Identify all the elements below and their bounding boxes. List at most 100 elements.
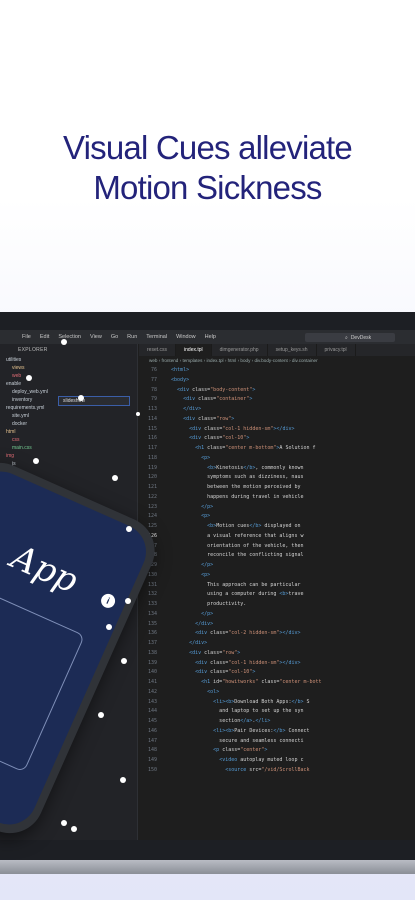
code-editor[interactable]: 76 <html> 77 <body> 78 <div class="body-co… [139,366,415,840]
code-text: </p> [201,610,214,617]
tab-index-tpl[interactable]: index.tpl [176,344,212,356]
code-line: 116 <div class="col-10"> [139,434,415,444]
file-tree-item[interactable]: js [4,460,137,468]
code-line: 147 secure and seamless connecti [139,737,415,747]
line-number: 136 [147,630,157,637]
line-number: 134 [147,610,157,617]
file-tree-item[interactable]: enable [4,380,137,388]
code-line: 139 <div class="col-1 hidden-sm"></div> [139,659,415,669]
code-text: <h1 class="center m-bottom">A Solution f [195,445,316,451]
headline-line-2: Motion Sickness [93,169,322,206]
code-text: <li><b>Pair Devices:</b> Connect [213,727,310,734]
line-number: 78 [150,386,157,393]
code-line: 123 </p> [139,503,415,513]
file-tree-item[interactable]: html [4,428,137,436]
code-line: 78 <div class="body-content"> [139,386,415,396]
file-tree-item[interactable]: views [4,364,137,372]
line-number: 124 [147,513,157,520]
motion-cue-dot [120,777,126,783]
file-tree-item[interactable]: site.yml [4,412,137,420]
menu-run[interactable]: Run [127,334,137,340]
code-text: <div class="body-content"> [177,386,256,393]
code-line: 120 symptoms such as dizziness, naus [139,473,415,483]
file-tree-item[interactable]: deploy_web.yml [4,388,137,396]
tab-privacy[interactable]: privacy.tpl [317,344,356,356]
code-text: <div class="container"> [183,396,253,403]
menu-window[interactable]: Window [176,334,196,340]
code-line: 138 <div class="row"> [139,649,415,659]
code-text: <p> [201,571,211,578]
motion-cue-dot [98,712,104,718]
code-line: 132 using a computer during <b>trave [139,590,415,600]
breadcrumb[interactable]: web › frontend › templates › index.tpl ›… [139,356,415,365]
code-line: 135 </div> [139,620,415,630]
motion-cue-dot [136,412,140,416]
file-tree-item[interactable]: main.css [4,444,137,452]
code-text: reconcile the conflicting signal [165,552,304,559]
code-text: orientation of the vehicle, then [165,542,304,549]
menu-file[interactable]: File [22,334,31,340]
line-number: 148 [147,747,157,754]
code-line: 142 <ol> [139,688,415,698]
code-line: 124 <p> [139,512,415,522]
code-line: 136 <div class="col-2 hidden-sm"></div> [139,629,415,639]
code-line: 148 <p class="center"> [139,746,415,756]
explorer-header: EXPLORER [18,347,48,353]
motion-cue-dot [106,624,112,630]
line-number: 114 [147,415,157,422]
code-line: 76 <html> [139,366,415,376]
code-line: 134 </p> [139,610,415,620]
line-number: 122 [147,493,157,500]
menu-view[interactable]: View [90,334,102,340]
code-text: This approach can be particular [165,581,301,588]
code-text: <video autoplay muted loop c [219,757,304,763]
code-line: 131 This approach can be particular [139,581,415,591]
code-line: 127 orientation of the vehicle, then [139,542,415,552]
file-tree-item[interactable]: web [4,372,137,380]
code-line: 145 section</a>.</li> [139,717,415,727]
line-number: 115 [147,425,157,432]
code-text: <body> [171,376,190,383]
code-line: 140 <div class="col-10"> [139,668,415,678]
editor-tabs: reset.css index.tpl dimgenerator.php set… [139,344,415,356]
line-number: 132 [147,591,157,598]
code-text: <p> [201,454,211,461]
motion-cue-dot [61,339,67,345]
line-number: 143 [147,698,157,705]
line-number: 146 [147,727,157,734]
motion-cue-dot [71,826,77,832]
code-line: 125 <b>Motion cues</b> displayed on [139,522,415,532]
code-text: <div class="row"> [183,415,235,422]
line-number: 79 [150,396,157,403]
menu-edit[interactable]: Edit [40,334,49,340]
code-line: 115 <div class="col-1 hidden-sm"></div> [139,425,415,435]
line-number: 113 [147,406,157,412]
line-number: 116 [147,435,157,442]
line-number: 139 [147,659,157,666]
tab-setup-keys[interactable]: setup_keys.sh [268,344,317,356]
tab-dimgenerator[interactable]: dimgenerator.php [212,344,268,356]
code-line: 79 <div class="container"> [139,395,415,405]
command-search[interactable]: ⌕ DevDesk [305,333,395,342]
line-number: 135 [147,620,157,627]
code-text: secure and seamless connecti [165,737,304,744]
find-input[interactable]: slideshow [58,396,130,406]
file-tree-item[interactable]: img [4,452,137,460]
code-text: </p> [201,562,214,568]
line-number: 121 [147,484,157,490]
file-tree-item[interactable]: docker [4,420,137,428]
tab-reset-css[interactable]: reset.css [139,344,177,356]
code-line: 137 </div> [139,639,415,649]
file-tree: utilities views web enable deploy_web.yml inv… [0,356,137,484]
menu-go[interactable]: Go [111,334,118,340]
command-search-label: DevDesk [350,334,372,341]
code-text: </div> [183,406,202,412]
code-text: and laptop to set up the syn [165,708,304,715]
menu-help[interactable]: Help [205,334,216,340]
file-tree-item[interactable]: css [4,436,137,444]
code-line: 128 reconcile the conflicting signal [139,551,415,561]
file-tree-item[interactable]: utilities [4,356,137,364]
motion-cue-dot [112,475,118,481]
code-text: symptoms such as dizziness, naus [165,474,304,481]
menu-terminal[interactable]: Terminal [146,334,167,340]
